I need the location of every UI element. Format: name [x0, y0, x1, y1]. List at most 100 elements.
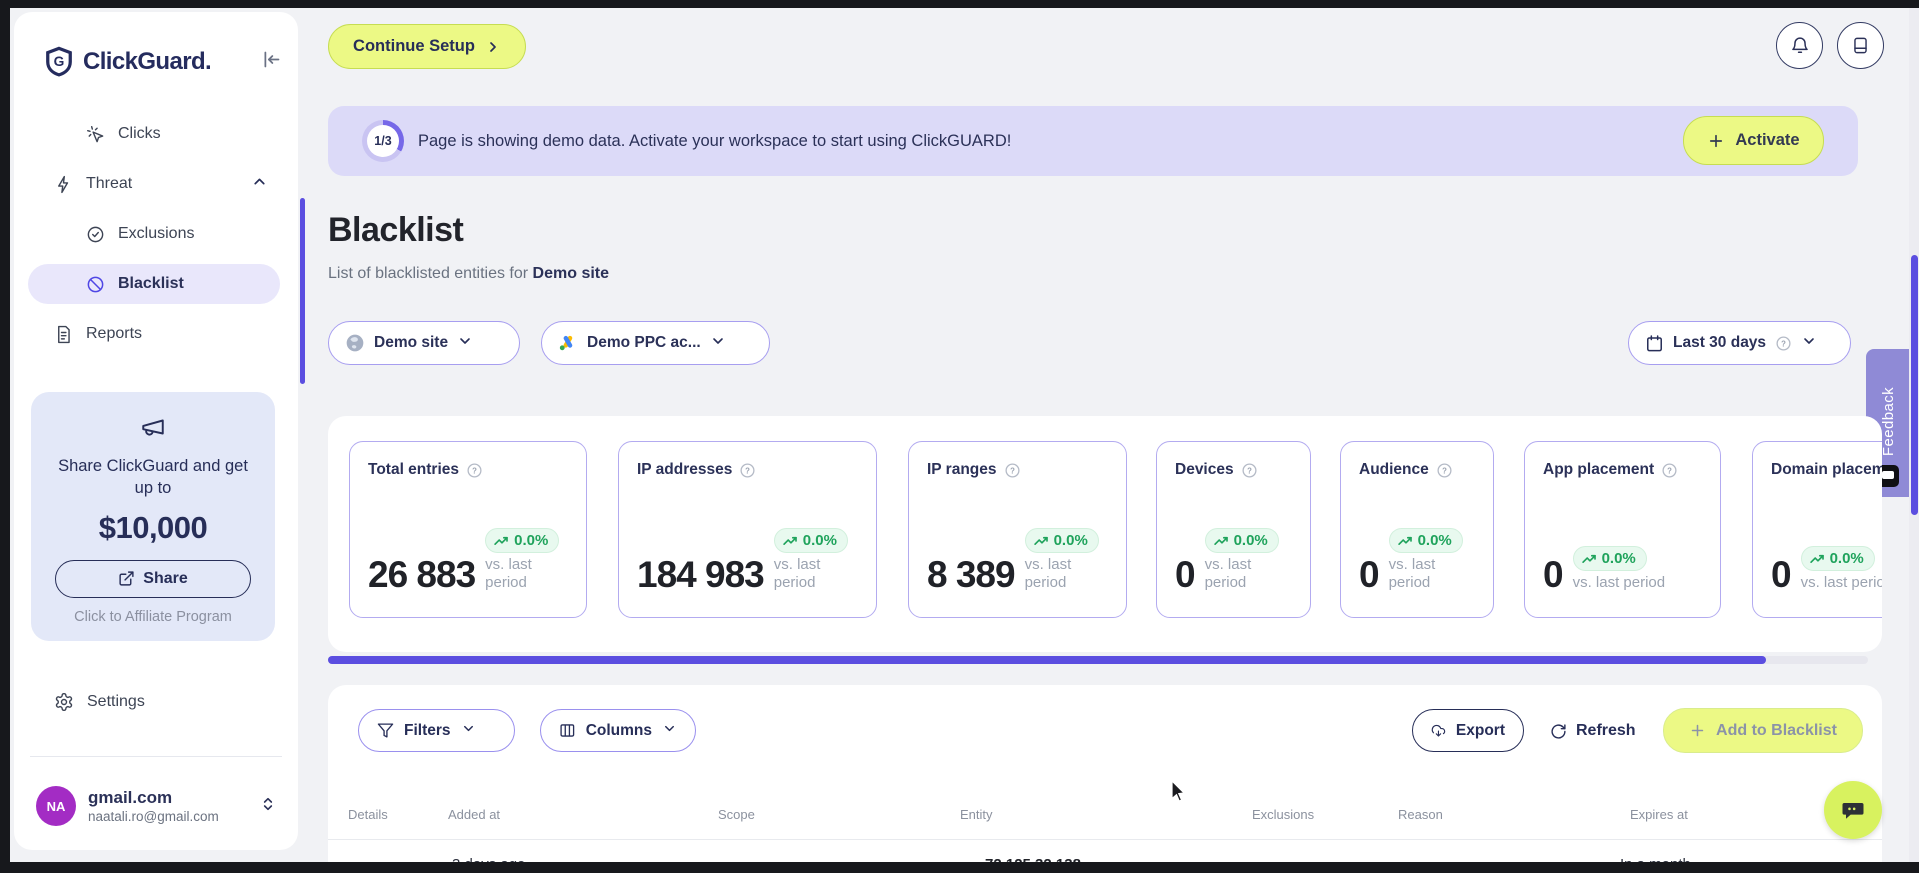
- demo-data-banner: 1/3 Page is showing demo data. Activate …: [328, 106, 1858, 176]
- activate-button[interactable]: Activate: [1683, 116, 1824, 165]
- lightning-icon: [58, 175, 69, 193]
- page-subtitle-text: List of blacklisted entities for: [328, 265, 529, 282]
- sidebar-item-clicks[interactable]: Clicks: [28, 114, 280, 154]
- avatar: NA: [36, 786, 76, 826]
- site-selector-value: Demo site: [374, 334, 449, 351]
- trend-badge: 0.0%: [773, 527, 848, 553]
- calendar-icon: [1647, 334, 1662, 351]
- page-subtitle-site: Demo site: [532, 265, 610, 282]
- stat-card-ip-addresses: IP addresses? 184 983 0.0% vs. last peri…: [618, 441, 877, 618]
- date-range-selector[interactable]: Last 30 days ?: [1628, 321, 1851, 365]
- sidebar-item-reports[interactable]: Reports: [28, 314, 280, 354]
- add-to-blacklist-button[interactable]: Add to Blacklist: [1663, 708, 1863, 753]
- logo: G ClickGuard.: [44, 42, 282, 82]
- help-icon[interactable]: ?: [1436, 462, 1453, 479]
- sidebar-item-blacklist[interactable]: Blacklist: [28, 264, 280, 304]
- svg-text:?: ?: [1247, 466, 1252, 475]
- badge-check-icon: [87, 226, 104, 242]
- help-icon[interactable]: ?: [739, 462, 756, 479]
- globe-icon: [346, 334, 364, 352]
- svg-text:?: ?: [1442, 466, 1447, 475]
- site-selector[interactable]: Demo site: [328, 321, 520, 365]
- bell-icon: [1791, 36, 1808, 53]
- ppc-account-selector[interactable]: Demo PPC ac...: [541, 321, 770, 365]
- stat-label: Domain placement: [1771, 461, 1882, 478]
- stat-label: Total entries: [368, 461, 460, 478]
- help-icon[interactable]: ?: [1661, 462, 1678, 479]
- share-button[interactable]: Share: [55, 559, 251, 598]
- column-header-details[interactable]: Details: [348, 807, 388, 822]
- chevron-down-icon: [457, 333, 473, 354]
- megaphone-icon: [140, 414, 166, 440]
- column-header-scope[interactable]: Scope: [718, 807, 755, 822]
- help-icon[interactable]: ?: [466, 462, 483, 479]
- chat-launcher-button[interactable]: [1824, 781, 1882, 839]
- filters-button[interactable]: Filters: [358, 709, 515, 752]
- stat-label: IP ranges: [927, 461, 997, 478]
- google-ads-icon: [559, 335, 573, 351]
- stat-card-audience: Audience? 0 0.0% vs. last period: [1340, 441, 1494, 618]
- table-header-divider: [328, 839, 1882, 840]
- sidebar-item-label: Threat: [86, 175, 133, 192]
- sidebar-divider: [30, 756, 282, 757]
- sidebar-item-label: Blacklist: [118, 275, 184, 292]
- sidebar-item-threat[interactable]: Threat: [28, 164, 280, 204]
- chevron-up-icon: [251, 173, 268, 195]
- promo-text: Share ClickGuard and get up to: [58, 457, 248, 498]
- chevron-down-icon: [710, 333, 726, 354]
- export-button[interactable]: Export: [1412, 709, 1524, 752]
- sidebar-item-settings[interactable]: Settings: [28, 682, 280, 722]
- trend-up-icon: [1033, 536, 1048, 545]
- refresh-label: Refresh: [1576, 722, 1636, 739]
- book-icon: [1854, 37, 1867, 54]
- help-icon[interactable]: ?: [1241, 462, 1258, 479]
- notifications-button[interactable]: [1776, 22, 1823, 69]
- page-subtitle: List of blacklisted entities for Demo si…: [328, 265, 609, 283]
- stat-value: 0: [1543, 554, 1564, 595]
- date-range-value: Last 30 days: [1673, 334, 1767, 351]
- cloud-download-icon: [1431, 724, 1446, 737]
- horizontal-scrollbar: [328, 656, 1868, 664]
- trend-up-icon: [1397, 536, 1412, 545]
- sidebar-scrollbar-thumb[interactable]: [300, 198, 305, 384]
- workspace-switcher[interactable]: NA gmail.com naatali.ro@gmail.com: [36, 784, 284, 828]
- docs-button[interactable]: [1837, 22, 1884, 69]
- stat-value: 184 983: [637, 554, 765, 595]
- workspace-name: gmail.com: [88, 788, 173, 807]
- sidebar-item-label: Clicks: [118, 125, 161, 142]
- vertical-scrollbar: [1909, 8, 1919, 862]
- chevron-down-icon: [1801, 333, 1817, 354]
- ban-icon: [87, 276, 104, 292]
- column-header-expires-at[interactable]: Expires at: [1630, 807, 1688, 822]
- svg-text:?: ?: [1667, 466, 1672, 475]
- column-header-added-at[interactable]: Added at: [448, 807, 500, 822]
- help-icon[interactable]: ?: [1004, 462, 1021, 479]
- stat-caption: vs. last period: [773, 555, 821, 592]
- chevrons-up-down-icon: [260, 796, 276, 817]
- horizontal-scrollbar-thumb[interactable]: [328, 656, 1766, 664]
- column-header-entity[interactable]: Entity: [960, 807, 993, 822]
- trend-up-icon: [783, 536, 797, 545]
- trend-badge: 0.0%: [1204, 527, 1279, 553]
- gear-icon: [55, 692, 73, 712]
- sidebar-item-exclusions[interactable]: Exclusions: [28, 214, 280, 254]
- vertical-scrollbar-thumb[interactable]: [1910, 255, 1918, 515]
- affiliate-promo-card[interactable]: Share ClickGuard and get up to $10,000 S…: [31, 392, 275, 641]
- continue-setup-label: Continue Setup: [353, 37, 475, 55]
- stat-caption: vs. last period: [1388, 555, 1436, 592]
- chat-bubble-icon: [1842, 803, 1864, 819]
- collapse-sidebar-icon[interactable]: [261, 49, 282, 75]
- stat-value: 0: [1175, 554, 1196, 595]
- logo-text: ClickGuard.: [83, 48, 212, 75]
- sidebar-item-label: Exclusions: [118, 225, 195, 242]
- refresh-button[interactable]: Refresh: [1550, 716, 1636, 746]
- continue-setup-button[interactable]: Continue Setup: [328, 24, 526, 69]
- column-header-exclusions[interactable]: Exclusions: [1252, 807, 1314, 822]
- column-header-reason[interactable]: Reason: [1398, 807, 1443, 822]
- banner-message: Page is showing demo data. Activate your…: [418, 131, 1012, 150]
- activate-label: Activate: [1735, 131, 1800, 149]
- trend-up-icon: [1581, 555, 1596, 564]
- clickguard-shield-icon: G: [44, 46, 74, 78]
- columns-button[interactable]: Columns: [540, 709, 696, 752]
- stat-value: 0: [1771, 554, 1792, 595]
